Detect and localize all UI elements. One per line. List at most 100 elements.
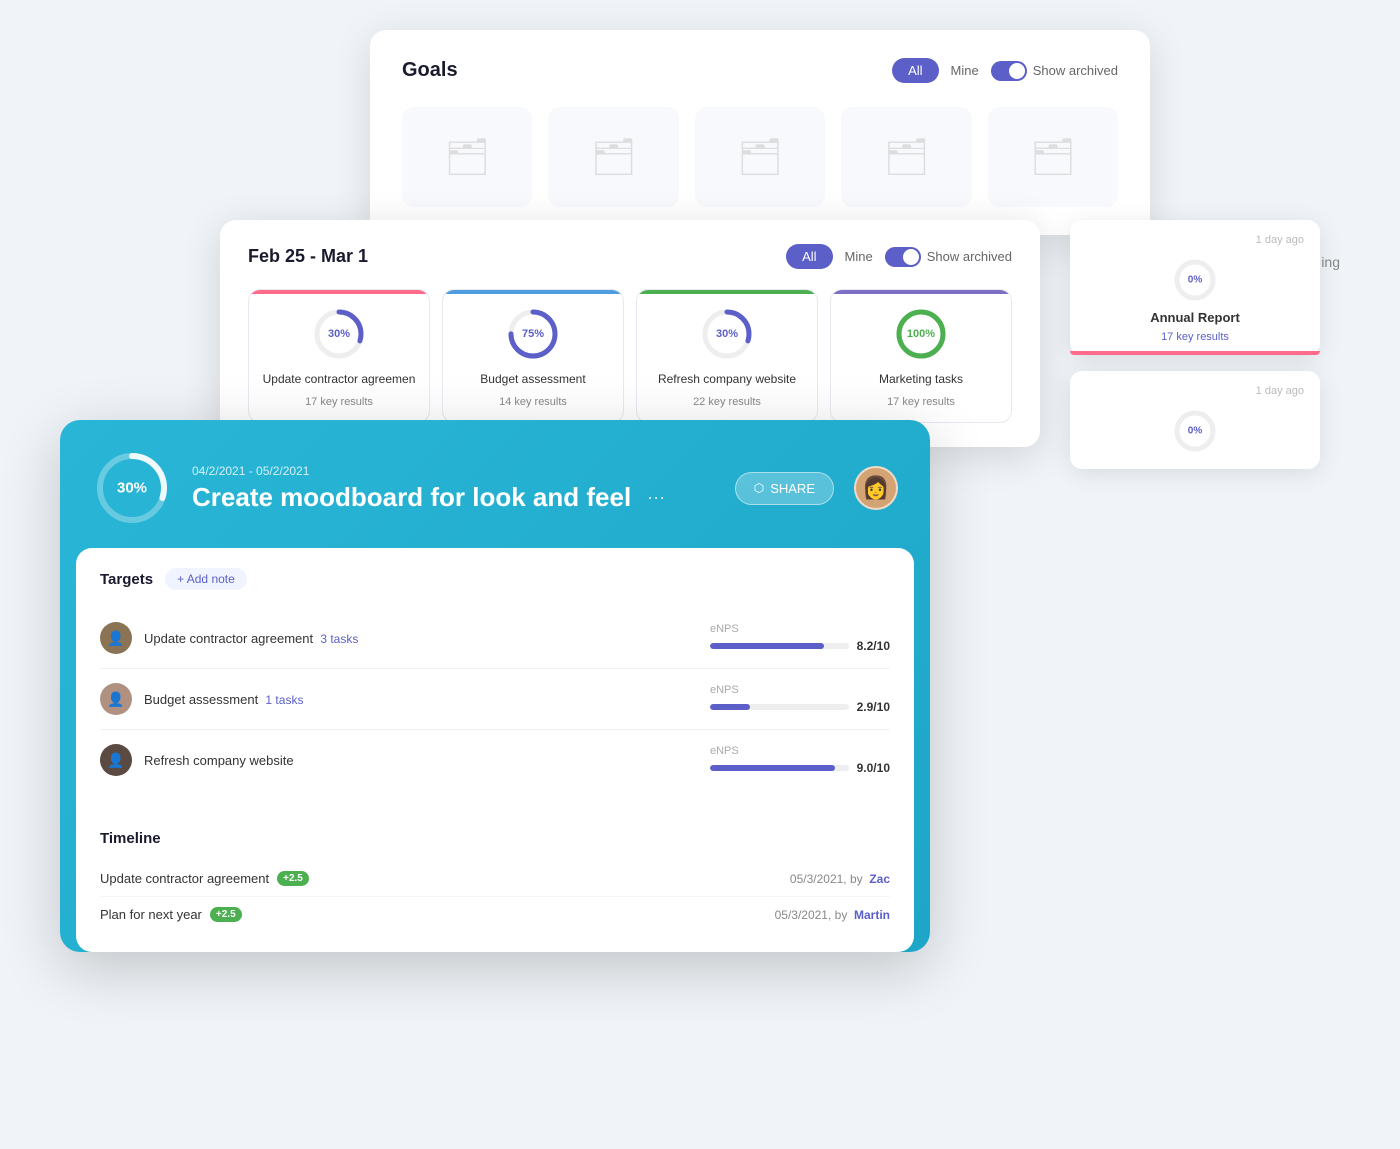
right-panel-top: 1 day ago 0% Annual Report 17 key result… (1070, 220, 1320, 485)
partial-text: ing (1321, 254, 1340, 270)
metric-value-2: 2.9/10 (857, 700, 890, 714)
target-name-2: Budget assessment 1 tasks (144, 692, 698, 707)
weekly-archived-label: Show archived (927, 249, 1012, 264)
more-options-icon[interactable]: ··· (647, 487, 665, 508)
timeline-title: Timeline (100, 830, 890, 847)
right-card-bottom-bar-1 (1070, 351, 1320, 355)
timeline-item-1: Update contractor agreement +2.5 (100, 871, 309, 886)
target-avatar-1: 👤 (100, 622, 132, 654)
timeline-author-2: Martin (854, 908, 890, 922)
goal-card-results-3: 22 key results (693, 396, 761, 408)
toggle-switch-weekly[interactable] (885, 247, 921, 267)
main-header: 30% 04/2/2021 - 05/2/2021 Create moodboa… (60, 420, 930, 548)
target-link-1[interactable]: 3 tasks (320, 632, 358, 646)
goal-card-2[interactable]: 75% Budget assessment 14 key results (442, 289, 624, 423)
weekly-all-button[interactable]: All (786, 244, 832, 269)
folder-icon: 🗂 (1030, 136, 1076, 178)
weekly-panel: Feb 25 - Mar 1 All Mine Show archived 30 (220, 220, 1040, 447)
toggle-switch[interactable] (991, 61, 1027, 81)
timeline-section: Timeline Update contractor agreement +2.… (76, 810, 914, 952)
metric-value-1: 8.2/10 (857, 639, 890, 653)
metric-label-1: eNPS (710, 623, 739, 635)
goal-card-1[interactable]: 30% Update contractor agreemen 17 key re… (248, 289, 430, 423)
weekly-mine-button[interactable]: Mine (845, 249, 873, 264)
goals-panel: Goals All Mine Show archived 🗂 🗂 🗂 🗂 (370, 30, 1150, 235)
targets-section: Targets + Add note 👤 Update contractor a… (76, 548, 914, 810)
goal-cards: 30% Update contractor agreemen 17 key re… (248, 289, 1012, 423)
progress-ring-1: 30% (311, 306, 367, 362)
metric-bar-2 (710, 704, 849, 710)
metric-bar-wrap-2: 2.9/10 (710, 700, 890, 714)
main-title: Create moodboard for look and feel (192, 482, 631, 513)
folder-icon: 🗂 (884, 136, 930, 178)
avatar-icon-1: 👤 (107, 630, 124, 647)
folder-item[interactable]: 🗂 (548, 107, 678, 207)
target-row-1: 👤 Update contractor agreement 3 tasks eN… (100, 608, 890, 669)
weekly-archived-toggle[interactable]: Show archived (885, 247, 1012, 267)
badge-1: +2.5 (277, 871, 309, 886)
right-card-inner-2: 0% (1086, 407, 1304, 455)
main-progress-label: 30% (117, 480, 147, 497)
main-panel: 30% 04/2/2021 - 05/2/2021 Create moodboa… (60, 420, 930, 952)
goal-card-3[interactable]: 30% Refresh company website 22 key resul… (636, 289, 818, 423)
share-label: SHARE (770, 481, 815, 496)
avatar-icon-3: 👤 (107, 752, 124, 769)
folder-item[interactable]: 🗂 (695, 107, 825, 207)
timeline-author-1: Zac (869, 872, 890, 886)
goal-card-results-4: 17 key results (887, 396, 955, 408)
right-card-inner-1: 0% Annual Report 17 key results (1086, 256, 1304, 343)
metric-bar-fill-3 (710, 765, 835, 771)
goal-card-name-3: Refresh company website (658, 372, 796, 386)
goals-all-button[interactable]: All (892, 58, 938, 83)
metric-bar-wrap-1: 8.2/10 (710, 639, 890, 653)
folder-item[interactable]: 🗂 (402, 107, 532, 207)
folder-item[interactable]: 🗂 (841, 107, 971, 207)
metric-label-3: eNPS (710, 745, 739, 757)
goals-filter-group: All Mine Show archived (892, 58, 1118, 83)
archived-label: Show archived (1033, 63, 1118, 78)
target-link-2[interactable]: 1 tasks (265, 693, 303, 707)
folder-item[interactable]: 🗂 (988, 107, 1118, 207)
weekly-title: Feb 25 - Mar 1 (248, 246, 368, 267)
folder-icon: 🗂 (444, 136, 490, 178)
folder-icon: 🗂 (591, 136, 637, 178)
right-card-time-1: 1 day ago (1086, 234, 1304, 246)
goal-card-name-4: Marketing tasks (879, 372, 963, 386)
scene: Goals All Mine Show archived 🗂 🗂 🗂 🗂 (0, 0, 1400, 1149)
metric-bar-fill-1 (710, 643, 824, 649)
goals-mine-button[interactable]: Mine (951, 63, 979, 78)
badge-2: +2.5 (210, 907, 242, 922)
goals-archived-toggle[interactable]: Show archived (991, 61, 1118, 81)
metric-bar-wrap-3: 9.0/10 (710, 761, 890, 775)
right-card-annual[interactable]: 1 day ago 0% Annual Report 17 key result… (1070, 220, 1320, 355)
right-card-2[interactable]: 1 day ago 0% (1070, 371, 1320, 469)
goal-card-name-1: Update contractor agreemen (263, 372, 416, 386)
timeline-item-2: Plan for next year +2.5 (100, 907, 242, 922)
main-header-info: 04/2/2021 - 05/2/2021 Create moodboard f… (192, 464, 715, 513)
add-note-button[interactable]: + Add note (165, 568, 247, 590)
timeline-row-1: Update contractor agreement +2.5 05/3/20… (100, 861, 890, 897)
main-date: 04/2/2021 - 05/2/2021 (192, 464, 715, 478)
target-name-1: Update contractor agreement 3 tasks (144, 631, 698, 646)
target-metric-2: eNPS 2.9/10 (710, 684, 890, 714)
goals-header: Goals All Mine Show archived (402, 58, 1118, 83)
target-metric-3: eNPS 9.0/10 (710, 745, 890, 775)
goal-card-results-2: 14 key results (499, 396, 567, 408)
progress-ring-2: 75% (505, 306, 561, 362)
progress-label-2: 75% (522, 328, 544, 340)
target-avatar-3: 👤 (100, 744, 132, 776)
avatar-emoji: 👩 (862, 475, 889, 501)
target-metric-1: eNPS 8.2/10 (710, 623, 890, 653)
goal-card-4[interactable]: 100% Marketing tasks 17 key results (830, 289, 1012, 423)
folder-row: 🗂 🗂 🗂 🗂 🗂 (402, 107, 1118, 207)
right-card-sub-1: 17 key results (1161, 331, 1229, 343)
weekly-filter-group: All Mine Show archived (786, 244, 1012, 269)
right-card-time-2: 1 day ago (1086, 385, 1304, 397)
timeline-meta-1: 05/3/2021, by Zac (790, 872, 890, 886)
share-icon: ⬡ (754, 481, 764, 495)
metric-value-3: 9.0/10 (857, 761, 890, 775)
goal-card-name-2: Budget assessment (480, 372, 585, 386)
target-row-2: 👤 Budget assessment 1 tasks eNPS 2.9/10 (100, 669, 890, 730)
share-button[interactable]: ⬡ SHARE (735, 472, 834, 505)
right-card-name-1: Annual Report (1150, 310, 1240, 325)
